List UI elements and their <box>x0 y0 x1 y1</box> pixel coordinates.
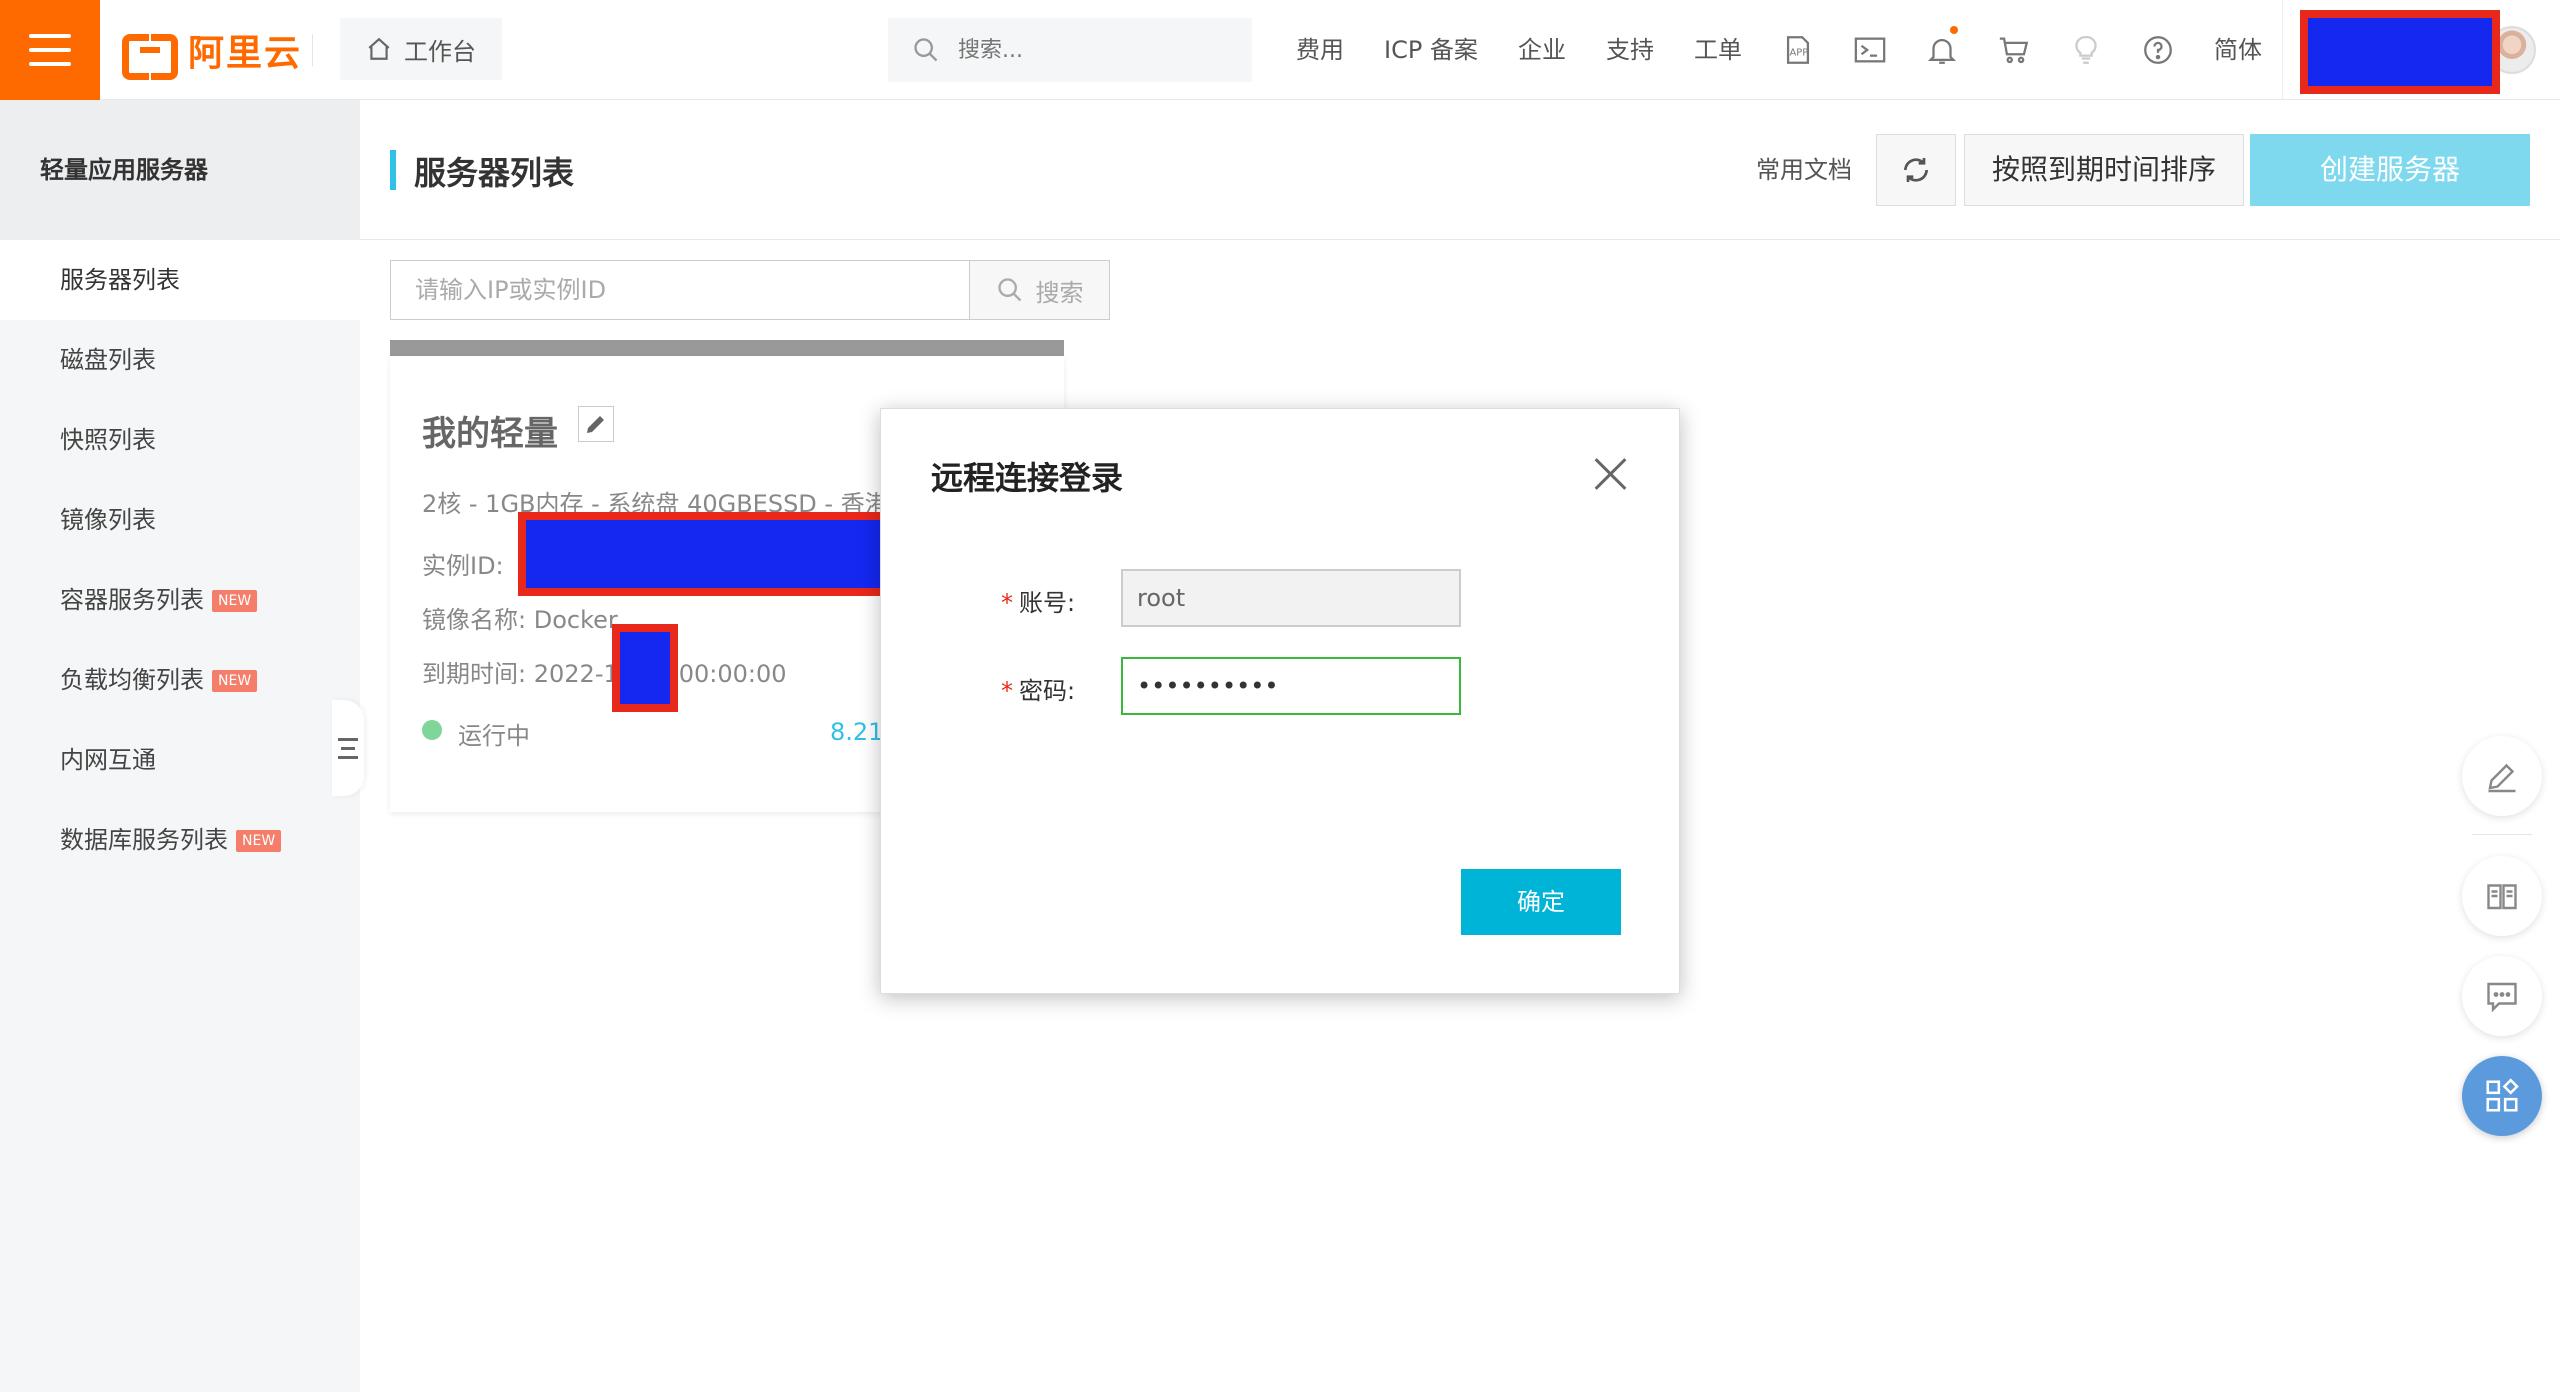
sidebar-item-intranet[interactable]: 内网互通 <box>0 720 360 800</box>
aliyun-logo[interactable]: 阿里云 <box>122 28 302 80</box>
divider <box>2472 834 2532 835</box>
sidebar-item-database-service[interactable]: 数据库服务列表 NEW <box>0 800 360 880</box>
docs-link[interactable]: 常用文档 <box>1756 150 1852 185</box>
help-icon[interactable] <box>2138 30 2178 70</box>
sidebar-item-server-list[interactable]: 服务器列表 <box>0 240 360 320</box>
sidebar-item-snapshot-list[interactable]: 快照列表 <box>0 400 360 480</box>
sidebar-item-load-balancer[interactable]: 负载均衡列表 NEW <box>0 640 360 720</box>
confirm-button[interactable]: 确定 <box>1461 869 1621 935</box>
sidebar-title: 轻量应用服务器 <box>0 100 360 240</box>
sidebar-item-disk-list[interactable]: 磁盘列表 <box>0 320 360 400</box>
title-accent-bar <box>390 150 396 190</box>
cart-icon[interactable] <box>1994 30 2034 70</box>
nav-enterprise[interactable]: 企业 <box>1518 28 1566 72</box>
chat-button[interactable] <box>2462 956 2542 1036</box>
redacted-username[interactable] <box>2300 10 2500 94</box>
card-status-bar <box>390 340 1064 356</box>
instance-id-label: 实例ID: <box>422 552 504 580</box>
status-running-dot <box>422 720 442 740</box>
workbench-button[interactable]: 工作台 <box>340 18 502 80</box>
page-header: 服务器列表 常用文档 按照到期时间排序 创建服务器 <box>360 100 2560 240</box>
search-button[interactable]: 搜索 <box>970 260 1110 320</box>
menu-icon-line <box>29 48 71 52</box>
sort-by-expiry-button[interactable]: 按照到期时间排序 <box>1964 134 2244 206</box>
search-button-label: 搜索 <box>1035 278 1084 307</box>
expire-value-prefix: 2022-1 <box>533 660 619 688</box>
expire-label: 到期时间: <box>422 660 527 688</box>
ip-instance-search-input[interactable] <box>390 260 970 320</box>
image-value: Docker <box>533 606 618 634</box>
top-navigation: 阿里云 工作台 费用 ICP 备案 企业 支持 工单 APP 简体 <box>0 0 2560 100</box>
lightbulb-icon[interactable] <box>2066 30 2106 70</box>
server-ip-link[interactable]: 8.21 <box>830 718 883 746</box>
create-server-button[interactable]: 创建服务器 <box>2250 134 2530 206</box>
edit-name-button[interactable] <box>578 406 614 442</box>
terminal-icon[interactable] <box>1850 30 1890 70</box>
chat-icon <box>2487 982 2517 1013</box>
sidebar-item-label: 数据库服务列表 <box>60 826 228 854</box>
new-badge: NEW <box>236 830 282 852</box>
app-icon[interactable]: APP <box>1778 30 1818 70</box>
global-search[interactable] <box>888 18 1252 82</box>
search-icon <box>997 278 1021 302</box>
sidebar-item-label: 磁盘列表 <box>60 346 156 374</box>
nav-ticket[interactable]: 工单 <box>1694 28 1742 72</box>
page-title: 服务器列表 <box>414 154 575 192</box>
remote-login-dialog: 远程连接登录 *账号: *密码: 确定 <box>880 408 1680 994</box>
dialog-title: 远程连接登录 <box>931 459 1124 497</box>
sidebar-item-label: 镜像列表 <box>60 506 156 534</box>
new-badge: NEW <box>212 670 258 692</box>
close-icon[interactable] <box>1589 453 1631 495</box>
account-label: * 账号: <box>1001 589 1076 617</box>
apps-grid-icon <box>2486 1078 2519 1112</box>
new-badge: NEW <box>212 590 258 612</box>
svg-text:APP: APP <box>1790 48 1809 59</box>
redacted-instance-id <box>518 512 892 596</box>
aliyun-logo-icon <box>122 30 178 80</box>
password-field[interactable] <box>1121 657 1461 715</box>
global-search-input[interactable] <box>956 36 1216 64</box>
sidebar-item-label: 快照列表 <box>60 426 156 454</box>
divider <box>2282 0 2283 100</box>
workbench-label: 工作台 <box>404 37 476 66</box>
expire-row: 到期时间: 2022-1 00:00:00 <box>422 654 787 689</box>
menu-icon-line <box>29 62 71 66</box>
bell-icon[interactable] <box>1922 26 1962 70</box>
menu-button[interactable] <box>0 0 100 100</box>
expire-value-suffix: 00:00:00 <box>678 660 787 688</box>
notification-dot <box>1950 26 1958 34</box>
sidebar-collapse-handle[interactable] <box>332 700 364 796</box>
pencil-icon <box>587 416 604 433</box>
password-label: * 密码: <box>1001 677 1076 705</box>
logo-text: 阿里云 <box>188 33 303 74</box>
divider <box>312 34 313 66</box>
server-name: 我的轻量 <box>422 414 558 454</box>
refresh-button[interactable] <box>1876 134 1956 206</box>
nav-fees[interactable]: 费用 <box>1296 28 1344 72</box>
sidebar-item-label: 内网互通 <box>60 746 156 774</box>
image-row: 镜像名称: Docker <box>422 600 618 635</box>
nav-icp[interactable]: ICP 备案 <box>1384 28 1478 72</box>
docs-book-button[interactable] <box>2462 856 2542 936</box>
search-icon <box>914 38 938 62</box>
sidebar-item-label: 服务器列表 <box>60 266 180 294</box>
nav-support[interactable]: 支持 <box>1606 28 1654 72</box>
sidebar-item-label: 负载均衡列表 <box>60 666 204 694</box>
sidebar-item-label: 容器服务列表 <box>60 586 204 614</box>
menu-icon-line <box>29 34 71 38</box>
book-icon <box>2487 884 2517 910</box>
sidebar-item-container-service[interactable]: 容器服务列表 NEW <box>0 560 360 640</box>
sidebar: 轻量应用服务器 服务器列表 磁盘列表 快照列表 镜像列表 容器服务列表 NEW 负… <box>0 100 360 1392</box>
language-switch[interactable]: 简体 <box>2214 28 2262 72</box>
refresh-icon <box>1904 158 1928 182</box>
pencil-icon <box>2488 763 2516 793</box>
account-field[interactable] <box>1121 569 1461 627</box>
apps-grid-button[interactable] <box>2462 1056 2542 1136</box>
status-text: 运行中 <box>458 722 530 750</box>
feedback-edit-button[interactable] <box>2462 736 2542 816</box>
home-icon <box>368 37 390 60</box>
image-label: 镜像名称: <box>422 606 527 634</box>
sidebar-item-image-list[interactable]: 镜像列表 <box>0 480 360 560</box>
redacted-expire-date <box>612 624 678 712</box>
